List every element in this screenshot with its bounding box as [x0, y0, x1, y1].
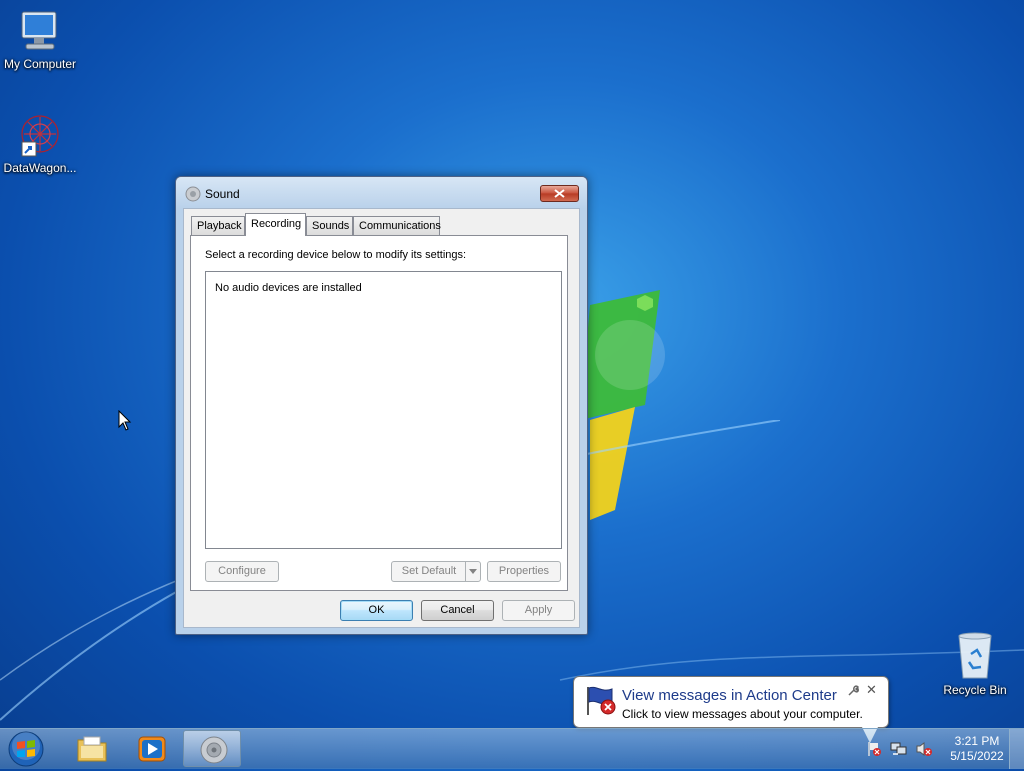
tab-sounds[interactable]: Sounds [306, 216, 353, 235]
desktop-icon-my-computer[interactable]: My Computer [0, 10, 80, 71]
show-desktop-button[interactable] [1009, 729, 1024, 769]
dialog-client: Playback Recording Sounds Communications… [183, 208, 580, 628]
ok-button[interactable]: OK [340, 600, 413, 621]
taskbar-clock[interactable]: 3:21 PM 5/15/2022 [947, 734, 1007, 764]
action-center-flag-icon [587, 686, 616, 715]
tab-recording[interactable]: Recording [245, 213, 306, 236]
tab-playback[interactable]: Playback [191, 216, 245, 235]
desktop-icon-label: DataWagon... [3, 161, 77, 175]
set-default-label: Set Default [401, 565, 457, 577]
clock-time: 3:21 PM [954, 734, 1000, 748]
action-center-flag-icon[interactable] [866, 741, 882, 757]
action-center-balloon[interactable]: View messages in Action Center Click to … [573, 676, 889, 743]
mouse-cursor-icon [118, 410, 132, 431]
speaker-icon [185, 186, 201, 202]
properties-button[interactable]: Properties [487, 561, 561, 582]
datawagon-icon [21, 115, 59, 157]
folder-icon [77, 736, 107, 762]
speaker-icon [200, 736, 228, 764]
chevron-down-icon[interactable] [465, 562, 480, 581]
clock-date: 5/15/2022 [950, 749, 1004, 763]
network-icon[interactable] [890, 741, 908, 757]
desktop-icon-datawagon[interactable]: DataWagon... [0, 114, 80, 175]
dialog-titlebar[interactable]: Sound [176, 177, 587, 209]
close-icon [554, 189, 565, 198]
cancel-button[interactable]: Cancel [421, 600, 494, 621]
instruction-text: Select a recording device below to modif… [205, 249, 467, 261]
computer-icon [21, 11, 57, 50]
taskbar-windows-explorer[interactable] [62, 730, 120, 767]
recording-panel: Select a recording device below to modif… [190, 235, 568, 591]
volume-muted-icon[interactable] [915, 741, 933, 757]
start-button[interactable] [6, 730, 46, 768]
wrench-icon[interactable] [847, 685, 859, 697]
recording-device-list[interactable]: No audio devices are installed [205, 271, 562, 549]
taskbar-sound[interactable] [183, 730, 241, 767]
desktop-icon-label: My Computer [3, 57, 77, 71]
windows-logo-icon [8, 731, 44, 767]
configure-button[interactable]: Configure [205, 561, 279, 582]
balloon-text: Click to view messages about your comput… [622, 707, 863, 721]
apply-button[interactable]: Apply [502, 600, 575, 621]
empty-device-message: No audio devices are installed [215, 282, 362, 294]
desktop-icon-recycle-bin[interactable]: Recycle Bin [935, 630, 1015, 697]
dialog-title: Sound [205, 187, 240, 201]
balloon-title: View messages in Action Center [622, 687, 837, 704]
balloon-close-icon[interactable]: ✕ [866, 683, 877, 698]
taskbar: 3:21 PM 5/15/2022 [0, 728, 1024, 769]
tab-communications[interactable]: Communications [353, 216, 441, 235]
media-player-icon [138, 736, 166, 762]
taskbar-windows-media-player[interactable] [122, 730, 180, 767]
recycle-bin-icon [958, 632, 992, 679]
set-default-button[interactable]: Set Default [391, 561, 481, 582]
desktop-icon-label: Recycle Bin [943, 683, 1007, 697]
close-button[interactable] [540, 185, 579, 202]
notification-area: 3:21 PM 5/15/2022 [862, 729, 1024, 769]
sound-dialog: Sound Playback Recording Sounds Communic… [175, 176, 588, 635]
